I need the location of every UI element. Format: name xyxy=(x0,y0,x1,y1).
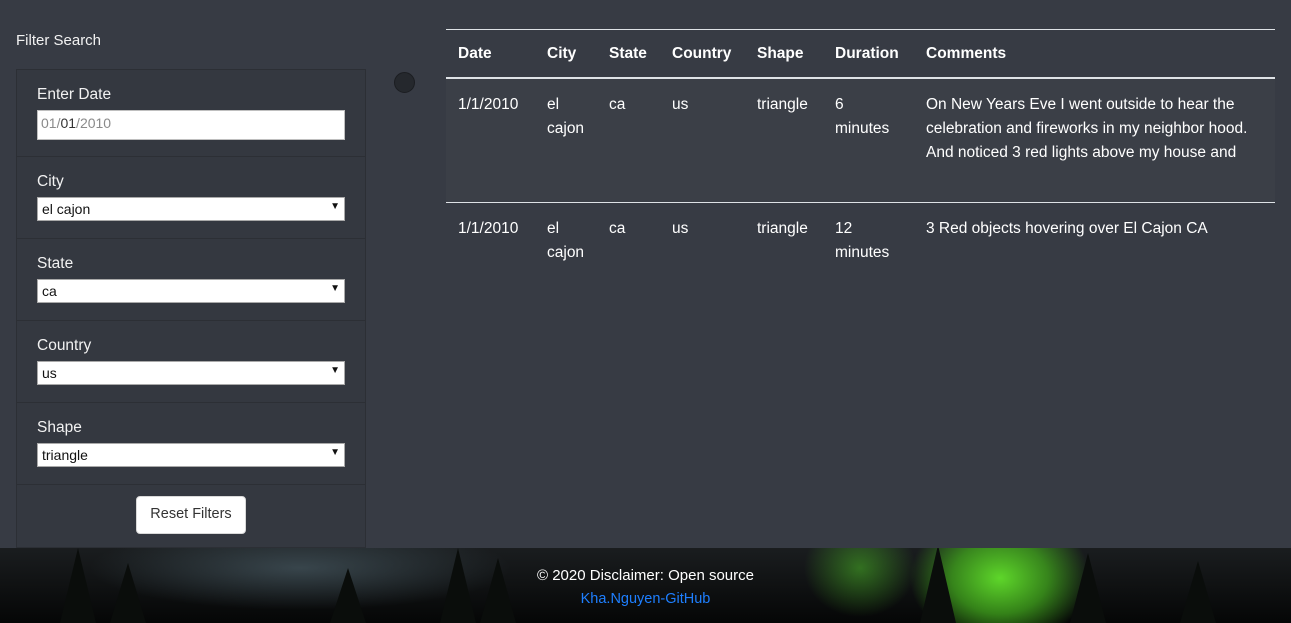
filter-state-group: State ca ▼ xyxy=(17,239,365,321)
cell-state: ca xyxy=(609,220,626,237)
date-year: 2010 xyxy=(79,115,112,131)
cell-state: ca xyxy=(597,78,660,203)
filter-shape-group: Shape triangle ▼ xyxy=(17,403,365,485)
date-day: 01 xyxy=(60,115,77,131)
date-label: Enter Date xyxy=(37,86,112,103)
cell-country: us xyxy=(672,220,689,237)
filter-country-group: Country us ▼ xyxy=(17,321,365,403)
tree-silhouette xyxy=(920,548,956,623)
country-selected-value: us xyxy=(42,365,57,381)
filter-date-group: Enter Date 01/01/2010 xyxy=(17,70,365,157)
state-selected-value: ca xyxy=(42,283,57,299)
header-state: State xyxy=(597,29,660,79)
footer-copyright: © 2020 Disclaimer: Open source xyxy=(537,567,754,584)
table-row: 1/1/2010 el cajon ca us triangle 6 minut… xyxy=(446,78,1275,203)
date-input[interactable]: 01/01/2010 xyxy=(37,110,345,140)
tree-silhouette xyxy=(60,548,96,623)
country-select[interactable]: us ▼ xyxy=(37,361,345,385)
cell-shape: triangle xyxy=(745,78,823,203)
cell-city: el cajon xyxy=(547,220,585,261)
state-label: State xyxy=(37,255,74,272)
cell-date: 1/1/2010 xyxy=(446,78,535,203)
tree-silhouette xyxy=(1070,553,1106,623)
tree-silhouette xyxy=(440,548,476,623)
chevron-down-icon: ▼ xyxy=(330,365,340,376)
github-link[interactable]: Kha.Nguyen-GitHub xyxy=(0,591,1291,607)
state-select[interactable]: ca ▼ xyxy=(37,279,345,303)
circle-toggle-icon[interactable] xyxy=(394,72,415,93)
cell-shape: triangle xyxy=(757,220,808,237)
chevron-down-icon: ▼ xyxy=(330,447,340,458)
city-selected-value: el cajon xyxy=(42,201,91,217)
shape-select[interactable]: triangle ▼ xyxy=(37,443,345,467)
header-comments: Comments xyxy=(914,29,1275,79)
city-select[interactable]: el cajon ▼ xyxy=(37,197,345,221)
cell-duration: 6 minutes xyxy=(823,78,914,203)
header-shape: Shape xyxy=(745,29,823,79)
cell-country: us xyxy=(660,78,745,203)
shape-selected-value: triangle xyxy=(42,447,88,463)
reset-filters-button[interactable]: Reset Filters xyxy=(136,496,246,534)
ufo-sightings-table: Date City State Country Shape Duration C… xyxy=(446,29,1275,277)
reset-wrapper: Reset Filters xyxy=(17,485,365,534)
filter-search-title: Filter Search xyxy=(16,32,102,49)
header-country: Country xyxy=(660,29,745,79)
chevron-down-icon: ▼ xyxy=(330,201,340,212)
date-month: 01 xyxy=(41,115,57,131)
header-date: Date xyxy=(446,29,535,79)
comment-text: On New Years Eve I went outside to hear … xyxy=(926,96,1248,161)
country-label: Country xyxy=(37,337,92,354)
cell-date: 1/1/2010 xyxy=(458,220,519,237)
header-duration: Duration xyxy=(823,29,914,79)
chevron-down-icon: ▼ xyxy=(330,283,340,294)
cell-city: el cajon xyxy=(535,78,597,203)
shape-label: Shape xyxy=(37,419,82,436)
filter-panel: Enter Date 01/01/2010 City el cajon ▼ St… xyxy=(16,69,366,548)
header-city: City xyxy=(535,29,597,79)
footer: © 2020 Disclaimer: Open source Kha.Nguye… xyxy=(0,548,1291,623)
cell-comments: 3 Red objects hovering over El Cajon CA xyxy=(926,220,1208,237)
cell-duration: 12 minutes xyxy=(835,220,890,261)
city-label: City xyxy=(37,173,64,190)
table-header-row: Date City State Country Shape Duration C… xyxy=(446,29,1275,79)
filter-city-group: City el cajon ▼ xyxy=(17,157,365,239)
table-row: 1/1/2010 el cajon ca us triangle 12 minu… xyxy=(446,203,1275,278)
cell-comments: On New Years Eve I went outside to hear … xyxy=(914,78,1275,203)
